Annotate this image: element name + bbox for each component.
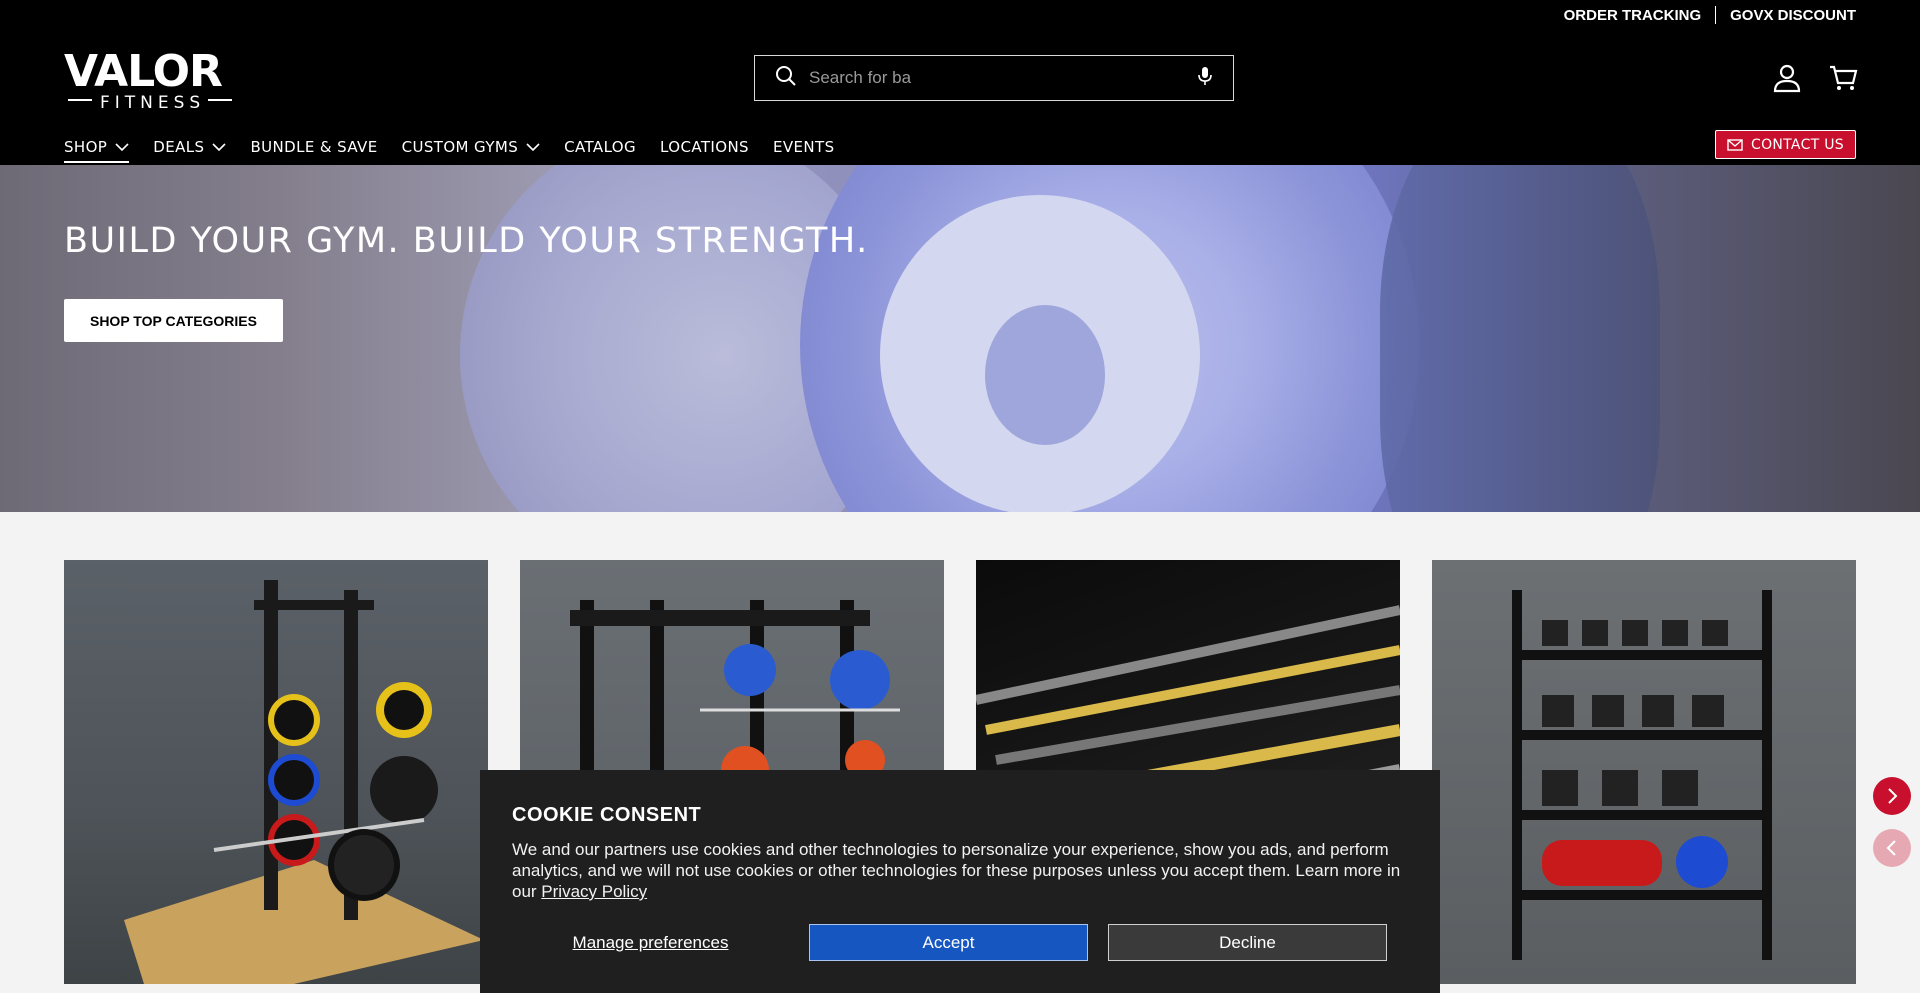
nav-item-events[interactable]: EVENTS <box>773 132 835 162</box>
utility-links: ORDER TRACKING GOVX DISCOUNT <box>1550 6 1856 24</box>
dumbbell-rack-image <box>1512 590 1772 960</box>
nav-label: CUSTOM GYMS <box>401 138 519 156</box>
carousel-prev-button[interactable] <box>1873 829 1911 867</box>
nav-item-catalog[interactable]: CATALOG <box>564 132 636 162</box>
logo-wordmark: VALOR <box>64 46 222 97</box>
chevron-right-icon <box>1888 788 1898 804</box>
manage-preferences-link[interactable]: Manage preferences <box>512 933 789 953</box>
search-icon[interactable] <box>775 65 797 92</box>
site-header: ORDER TRACKING GOVX DISCOUNT VALOR FITNE… <box>0 0 1920 165</box>
nav-label: LOCATIONS <box>660 138 749 156</box>
logo-subtitle: FITNESS <box>100 93 205 110</box>
search-input[interactable] <box>809 68 1197 88</box>
hero-image-plate-hole <box>985 305 1105 445</box>
chevron-left-icon <box>1886 840 1896 856</box>
decline-button[interactable]: Decline <box>1108 924 1387 961</box>
contact-us-label: CONTACT US <box>1751 136 1844 153</box>
cookie-title: COOKIE CONSENT <box>512 804 702 826</box>
hero-image-plate <box>1380 165 1660 512</box>
govx-discount-link[interactable]: GOVX DISCOUNT <box>1716 7 1856 24</box>
nav-label: SHOP <box>64 138 108 156</box>
order-tracking-link[interactable]: ORDER TRACKING <box>1550 7 1716 24</box>
privacy-policy-link[interactable]: Privacy Policy <box>541 882 647 901</box>
cookie-actions: Manage preferences Accept Decline <box>512 924 1387 961</box>
chevron-down-icon <box>115 143 129 151</box>
nav-label: CATALOG <box>564 138 637 156</box>
account-icon[interactable] <box>1771 62 1803 94</box>
nav-label: EVENTS <box>772 138 835 156</box>
chevron-down-icon <box>212 143 227 151</box>
contact-us-button[interactable]: CONTACT US <box>1715 130 1856 159</box>
nav-item-locations[interactable]: LOCATIONS <box>660 132 749 162</box>
category-card[interactable] <box>64 560 488 984</box>
half-rack-image <box>124 580 484 984</box>
carousel-next-button[interactable] <box>1873 777 1911 815</box>
nav-label: DEALS <box>153 138 205 156</box>
category-card[interactable] <box>1432 560 1856 984</box>
search-bar[interactable] <box>754 55 1234 101</box>
nav-label: BUNDLE & SAVE <box>250 138 378 156</box>
cookie-consent-banner: COOKIE CONSENT We and our partners use c… <box>480 770 1440 993</box>
mail-icon <box>1727 138 1743 151</box>
accept-button[interactable]: Accept <box>809 924 1088 961</box>
hero-title: BUILD YOUR GYM. BUILD YOUR STRENGTH. <box>64 221 869 261</box>
nav-item-deals[interactable]: DEALS <box>153 132 227 162</box>
hero-banner: BUILD YOUR GYM. BUILD YOUR STRENGTH. SHO… <box>0 165 1920 512</box>
cookie-body: We and our partners use cookies and othe… <box>512 839 1408 902</box>
nav-item-bundle-save[interactable]: BUNDLE & SAVE <box>250 132 377 162</box>
valor-fitness-logo[interactable]: VALOR FITNESS <box>64 46 236 113</box>
microphone-icon[interactable] <box>1197 66 1213 91</box>
shop-top-categories-button[interactable]: SHOP TOP CATEGORIES <box>64 299 283 342</box>
nav-item-custom-gyms[interactable]: CUSTOM GYMS <box>402 132 541 162</box>
nav-item-shop[interactable]: SHOP <box>64 132 130 163</box>
cart-icon[interactable] <box>1827 62 1859 94</box>
main-nav: SHOP DEALS BUNDLE & SAVE CUSTOM GYMS CAT… <box>64 132 859 163</box>
chevron-down-icon <box>526 143 540 151</box>
